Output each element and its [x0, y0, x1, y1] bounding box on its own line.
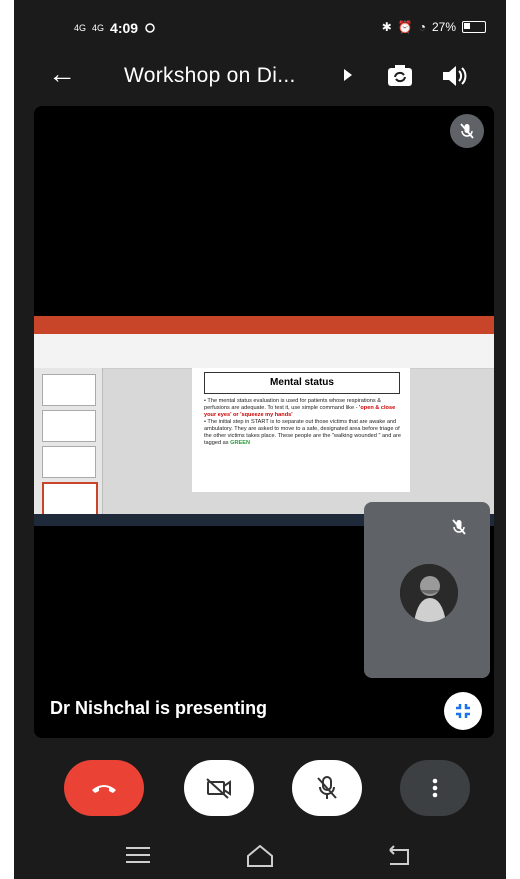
sync-icon	[145, 23, 155, 33]
battery-percent: 27%	[431, 20, 456, 34]
more-vertical-icon	[432, 778, 438, 798]
slide-canvas: Mental status • The mental status evalua…	[192, 368, 410, 492]
back-nav-icon[interactable]	[380, 840, 420, 870]
status-bar: 4G 4G 4:09 ✱ ⏰ ◔ 27%	[14, 14, 506, 44]
exit-fullscreen-button[interactable]	[444, 692, 482, 730]
recent-apps-icon[interactable]	[118, 840, 158, 870]
signal-2: 4G	[92, 23, 105, 33]
slide-body: • The mental status evaluation is used f…	[204, 398, 401, 446]
avatar-photo	[400, 564, 458, 622]
meeting-toolbar: ← Workshop on Di...	[14, 52, 506, 98]
call-controls	[14, 760, 506, 820]
wifi-icon: ◔	[418, 20, 426, 34]
bullet-2-highlight: GREEN	[230, 440, 251, 446]
bullet-1-text: The mental status evaluation is used for…	[204, 398, 381, 411]
signal-1: 4G	[74, 23, 87, 33]
self-view-tile[interactable]	[364, 502, 490, 678]
presenting-label: Dr Nishchal is presenting	[50, 698, 268, 718]
end-call-icon	[92, 785, 116, 793]
slide-thumbnails	[34, 368, 103, 520]
battery-icon	[462, 21, 486, 33]
mic-off-icon	[460, 123, 474, 139]
alarm-icon: ⏰	[397, 20, 413, 34]
mic-off-icon	[317, 776, 337, 799]
shared-screen: Mental status • The mental status evalua…	[34, 316, 494, 526]
self-muted-badge	[442, 510, 476, 544]
home-icon[interactable]	[240, 840, 280, 870]
presenter-muted-badge	[450, 114, 484, 148]
meeting-title: Workshop on Di...	[124, 64, 296, 87]
slide-thumbnail	[42, 446, 96, 478]
app-ribbon	[34, 334, 494, 369]
mic-off-icon	[452, 519, 466, 535]
status-time: 4:09	[110, 20, 139, 36]
status-right: ✱ ⏰ ◔ 27%	[382, 20, 486, 34]
avatar	[400, 564, 458, 622]
slide-thumbnail-active	[42, 482, 98, 516]
speaker-icon[interactable]	[438, 60, 470, 92]
camera-off-icon	[206, 778, 231, 799]
slide-thumbnail	[42, 374, 96, 406]
camera-toggle-button[interactable]	[184, 760, 254, 816]
app-title-bar	[34, 316, 494, 334]
expand-title-icon[interactable]	[344, 69, 352, 81]
presentation-stage[interactable]: Mental status • The mental status evalua…	[34, 106, 494, 738]
mic-toggle-button[interactable]	[292, 760, 362, 816]
status-left: 4G 4G 4:09	[74, 20, 156, 36]
more-options-button[interactable]	[400, 760, 470, 816]
collapse-arrows-icon	[456, 704, 470, 718]
switch-camera-icon[interactable]	[384, 60, 416, 92]
end-call-button[interactable]	[64, 760, 144, 816]
bluetooth-icon: ✱	[381, 20, 392, 34]
slide-thumbnail	[42, 410, 96, 442]
phone-screen: 4G 4G 4:09 ✱ ⏰ ◔ 27% ← Workshop on Di...	[14, 0, 506, 879]
slide-title: Mental status	[204, 372, 400, 394]
back-arrow-icon[interactable]: ←	[48, 58, 76, 90]
android-nav-bar	[14, 840, 506, 870]
